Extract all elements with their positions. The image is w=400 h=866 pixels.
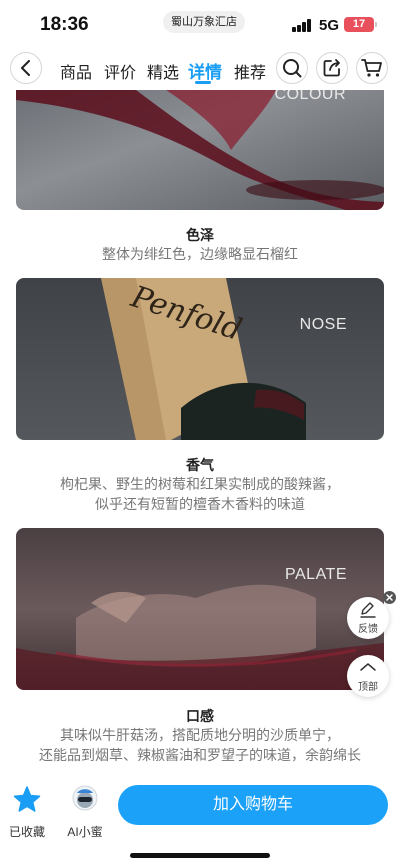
- bottom-bar: 已收藏 AI小蜜 加入购物车: [0, 775, 400, 866]
- tab-featured[interactable]: 精选: [147, 59, 179, 83]
- palate-text-line-1: 其味似牛肝菇汤，搭配质地分明的沙质单宁，: [60, 727, 340, 743]
- colour-label: COLOUR: [274, 90, 346, 103]
- nose-text-line-2: 似乎还有短暂的檀香木香料的味道: [95, 496, 305, 512]
- close-icon: [386, 594, 393, 601]
- cork-image: Penfold: [101, 278, 306, 440]
- chevron-left-icon: [21, 60, 30, 76]
- palate-label: PALATE: [285, 566, 347, 583]
- signal-icon: [292, 19, 312, 32]
- nose-title: 香气: [186, 457, 214, 473]
- palate-text-line-2: 还能品到烟草、辣椒酱油和罗望子的味道，余韵绵长: [39, 747, 361, 763]
- cart-icon: [361, 59, 382, 77]
- ai-assistant-label: AI小蜜: [67, 825, 103, 839]
- colour-text: 整体为绯红色，边缘略显石榴红: [102, 246, 298, 262]
- nose-text-line-1: 枸杞果、野生的树莓和红果实制成的酸辣酱，: [60, 476, 340, 492]
- battery-icon: 17: [344, 17, 377, 32]
- tab-details[interactable]: 详情: [188, 58, 222, 83]
- detail-content: COLOUR 色泽 整体为绯红色，边缘略显石榴红 Penfold NOSE 香气…: [0, 90, 400, 775]
- active-tab-indicator: [195, 81, 211, 84]
- edit-icon: [360, 602, 376, 618]
- feedback-label: 反馈: [358, 624, 378, 635]
- hand-wine-image: [16, 584, 384, 690]
- search-button[interactable]: [276, 52, 308, 84]
- location-pill: 蜀山万象汇店: [163, 11, 245, 33]
- favorite-label: 已收藏: [8, 825, 45, 839]
- add-to-cart-button[interactable]: 加入购物车: [118, 785, 388, 825]
- tab-recommend[interactable]: 推荐: [234, 59, 266, 83]
- status-time: 18:36: [40, 14, 89, 35]
- chevron-up-icon: [360, 663, 376, 671]
- star-icon: [13, 786, 41, 812]
- back-to-top-label: 顶部: [358, 682, 378, 693]
- colour-title: 色泽: [186, 227, 214, 243]
- nav-bar: 商品 评价 精选 详情 推荐: [0, 50, 400, 90]
- ai-assistant-avatar-icon: [72, 785, 98, 811]
- share-icon: [323, 59, 340, 77]
- share-button[interactable]: [316, 52, 348, 84]
- close-feedback-button[interactable]: [383, 591, 396, 604]
- nose-label: NOSE: [299, 316, 347, 333]
- palate-title: 口感: [186, 708, 214, 724]
- back-button[interactable]: [10, 52, 42, 84]
- back-to-top-button[interactable]: 顶部: [347, 655, 389, 697]
- nose-photo: Penfold NOSE: [16, 278, 384, 440]
- network-type: 5G: [319, 17, 340, 34]
- palate-photo: PALATE: [16, 528, 384, 690]
- cart-button[interactable]: [356, 52, 388, 84]
- status-bar: 18:36 蜀山万象汇店 5G 17: [0, 0, 400, 50]
- home-indicator: [130, 853, 270, 858]
- favorite-button[interactable]: 已收藏: [7, 785, 47, 839]
- ai-assistant-button[interactable]: AI小蜜: [65, 785, 105, 839]
- colour-photo: COLOUR: [16, 90, 384, 210]
- wine-pour-image: [16, 90, 384, 210]
- tab-reviews[interactable]: 评价: [104, 59, 136, 83]
- tab-product[interactable]: 商品: [60, 59, 92, 83]
- search-icon: [283, 59, 302, 78]
